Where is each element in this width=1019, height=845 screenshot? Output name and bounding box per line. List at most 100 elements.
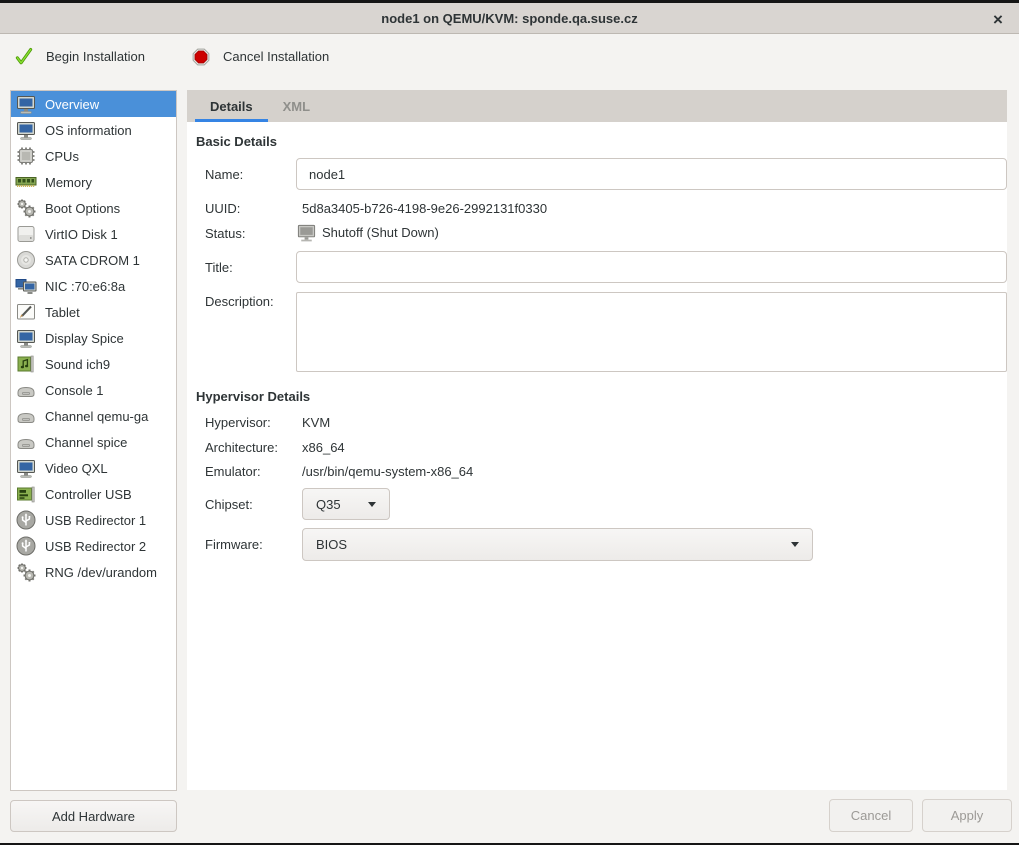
sidebar-item-label: Channel spice <box>45 435 127 450</box>
hardware-list[interactable]: Overview OS information CPUs Memory Boot Opt… <box>10 90 177 791</box>
apply-button[interactable]: Apply <box>922 799 1012 832</box>
chipset-dropdown[interactable]: Q35 <box>302 488 390 520</box>
sidebar-item-label: Console 1 <box>45 383 104 398</box>
sidebar-item-label: VirtIO Disk 1 <box>45 227 118 242</box>
sidebar-item-label: USB Redirector 2 <box>45 539 146 554</box>
close-icon[interactable]: × <box>987 6 1009 32</box>
sidebar-item-label: Sound ich9 <box>45 357 110 372</box>
sound-icon <box>14 353 37 376</box>
hypervisor-details-heading: Hypervisor Details <box>196 389 310 404</box>
status-value: Shutoff (Shut Down) <box>322 225 439 240</box>
check-icon <box>14 47 34 67</box>
serial-icon <box>14 379 37 402</box>
uuid-label: UUID: <box>205 201 240 216</box>
sidebar-item-label: Video QXL <box>45 461 108 476</box>
uuid-value: 5d8a3405-b726-4198-9e26-2992131f0330 <box>302 201 547 216</box>
serial-icon <box>14 405 37 428</box>
details-xml-tabbar: DetailsXML <box>187 90 1007 122</box>
sidebar-item-label: RNG /dev/urandom <box>45 565 157 580</box>
sidebar-item-sound-ich9[interactable]: Sound ich9 <box>11 351 176 377</box>
architecture-label: Architecture: <box>205 440 278 455</box>
architecture-value: x86_64 <box>302 440 345 455</box>
stop-icon <box>191 47 211 67</box>
sidebar-item-label: OS information <box>45 123 132 138</box>
basic-details-heading: Basic Details <box>196 134 277 149</box>
sidebar-item-controller-usb[interactable]: Controller USB <box>11 481 176 507</box>
title-label: Title: <box>205 260 233 275</box>
sidebar-item-video-qxl[interactable]: Video QXL <box>11 455 176 481</box>
shutoff-monitor-icon <box>296 222 317 243</box>
name-input[interactable] <box>296 158 1007 190</box>
sidebar-item-label: NIC :70:e6:8a <box>45 279 125 294</box>
emulator-label: Emulator: <box>205 464 261 479</box>
cdrom-icon <box>14 249 37 272</box>
usb-icon <box>14 535 37 558</box>
sidebar-item-channel-spice[interactable]: Channel spice <box>11 429 176 455</box>
monitor-icon <box>14 93 37 116</box>
firmware-label: Firmware: <box>205 537 263 552</box>
name-label: Name: <box>205 167 243 182</box>
chipset-label: Chipset: <box>205 497 253 512</box>
chevron-down-icon <box>791 542 799 547</box>
sidebar-item-sata-cdrom-1[interactable]: SATA CDROM 1 <box>11 247 176 273</box>
sidebar-item-os-information[interactable]: OS information <box>11 117 176 143</box>
sidebar-item-label: Memory <box>45 175 92 190</box>
sidebar-item-cpus[interactable]: CPUs <box>11 143 176 169</box>
toolbar: Begin Installation Cancel Installation <box>0 35 1019 78</box>
sidebar-item-overview[interactable]: Overview <box>11 91 176 117</box>
firmware-dropdown[interactable]: BIOS <box>302 528 813 561</box>
monitor-icon <box>14 119 37 142</box>
description-textarea[interactable] <box>296 292 1007 372</box>
sidebar-item-label: Controller USB <box>45 487 132 502</box>
disk-icon <box>14 223 37 246</box>
sidebar-item-label: Boot Options <box>45 201 120 216</box>
sidebar-item-label: Overview <box>45 97 99 112</box>
cancel-button[interactable]: Cancel <box>829 799 913 832</box>
sidebar-item-label: USB Redirector 1 <box>45 513 146 528</box>
details-panel: Basic Details Name: UUID: 5d8a3405-b726-… <box>187 122 1007 790</box>
sidebar-item-label: Tablet <box>45 305 80 320</box>
network-icon <box>14 275 37 298</box>
serial-icon <box>14 431 37 454</box>
gears-icon <box>14 197 37 220</box>
hypervisor-value: KVM <box>302 415 330 430</box>
status-label: Status: <box>205 226 245 241</box>
sidebar-item-label: CPUs <box>45 149 79 164</box>
sidebar-item-label: SATA CDROM 1 <box>45 253 140 268</box>
sidebar-item-tablet[interactable]: Tablet <box>11 299 176 325</box>
chip-icon <box>14 145 37 168</box>
window-title: node1 on QEMU/KVM: sponde.qa.suse.cz <box>381 11 637 26</box>
tablet-icon <box>14 301 37 324</box>
sidebar-item-usb-redirector-1[interactable]: USB Redirector 1 <box>11 507 176 533</box>
sidebar-item-boot-options[interactable]: Boot Options <box>11 195 176 221</box>
sidebar-item-channel-qemu-ga[interactable]: Channel qemu-ga <box>11 403 176 429</box>
cancel-installation-button[interactable]: Cancel Installation <box>177 35 343 78</box>
add-hardware-button[interactable]: Add Hardware <box>10 800 177 832</box>
sidebar-item-usb-redirector-2[interactable]: USB Redirector 2 <box>11 533 176 559</box>
sidebar-item-virtio-disk-1[interactable]: VirtIO Disk 1 <box>11 221 176 247</box>
emulator-value: /usr/bin/qemu-system-x86_64 <box>302 464 473 479</box>
monitor-icon <box>14 327 37 350</box>
chevron-down-icon <box>368 502 376 507</box>
memory-icon <box>14 171 37 194</box>
controller-icon <box>14 483 37 506</box>
sidebar-item-memory[interactable]: Memory <box>11 169 176 195</box>
gears-icon <box>14 561 37 584</box>
sidebar-item-label: Display Spice <box>45 331 124 346</box>
description-label: Description: <box>205 294 274 309</box>
firmware-value: BIOS <box>316 537 347 552</box>
chipset-value: Q35 <box>316 497 341 512</box>
sidebar-item-nic-70-e6-8a[interactable]: NIC :70:e6:8a <box>11 273 176 299</box>
sidebar-item-label: Channel qemu-ga <box>45 409 148 424</box>
sidebar-item-rng-dev-urandom[interactable]: RNG /dev/urandom <box>11 559 176 585</box>
titlebar[interactable]: node1 on QEMU/KVM: sponde.qa.suse.cz × <box>0 3 1019 34</box>
sidebar-item-console-1[interactable]: Console 1 <box>11 377 176 403</box>
tab-details[interactable]: Details <box>195 90 268 122</box>
tab-xml[interactable]: XML <box>268 90 325 122</box>
monitor-icon <box>14 457 37 480</box>
title-input[interactable] <box>296 251 1007 283</box>
sidebar-item-display-spice[interactable]: Display Spice <box>11 325 176 351</box>
begin-installation-button[interactable]: Begin Installation <box>0 35 159 78</box>
hypervisor-label: Hypervisor: <box>205 415 271 430</box>
begin-installation-label: Begin Installation <box>46 49 145 64</box>
